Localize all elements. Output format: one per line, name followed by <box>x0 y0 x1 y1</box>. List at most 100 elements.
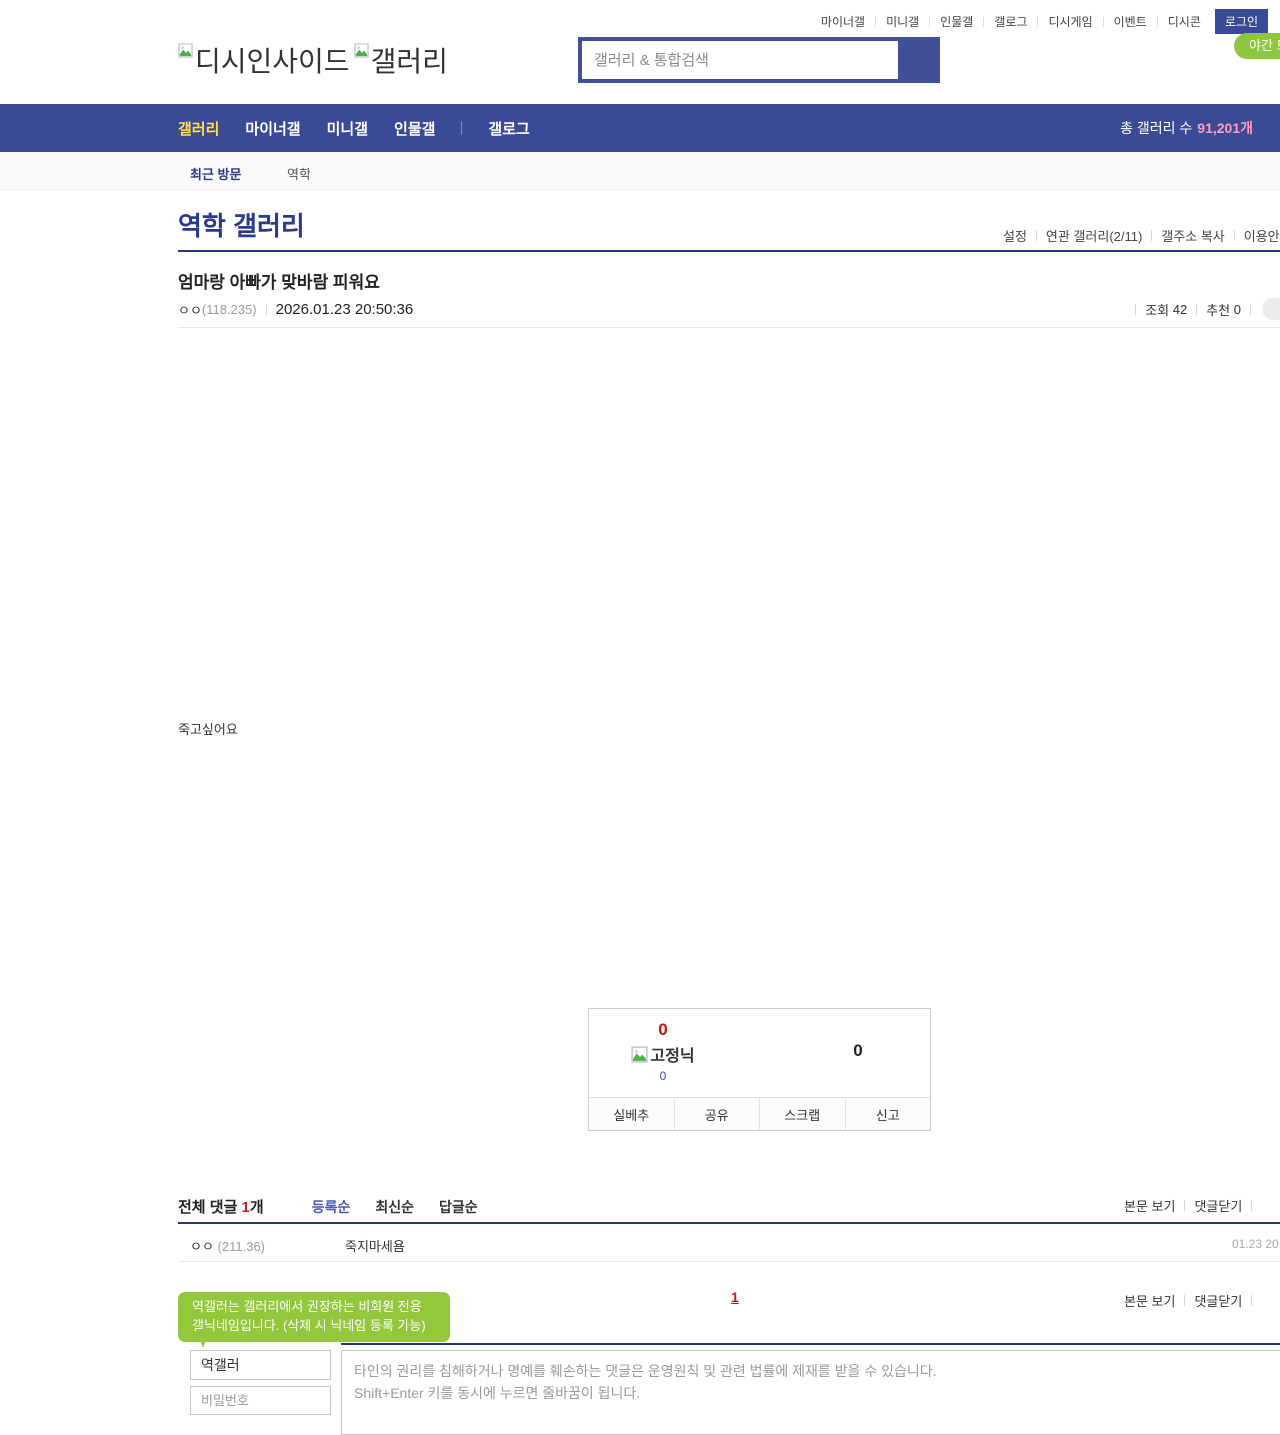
divider <box>265 303 267 315</box>
main-navbar: 갤러리 마이너갤 미니갤 인물갤 갤로그 총 갤러리 수 91,201개 <box>0 104 1280 152</box>
recommend-label: 추천 <box>1206 302 1231 318</box>
post-author-ip: (118.235) <box>201 301 257 317</box>
top-link-dcgame[interactable]: 디시게임 <box>1046 13 1094 30</box>
tooltip-tail <box>196 1330 210 1348</box>
comment-author[interactable]: ㅇㅇ <box>190 1239 214 1254</box>
recent-visit-button[interactable]: 최근 방문 <box>190 164 241 183</box>
post-body-text: 죽고싶어요 <box>178 722 238 737</box>
copy-gallery-url-link[interactable]: 갤주소 복사 <box>1161 226 1224 245</box>
top-utility-bar: 마이너갤 미니갤 인물갤 갤로그 디시게임 이벤트 디시콘 로그인 <box>819 9 1268 34</box>
view-post-button[interactable]: 본문 보기 <box>1124 1196 1175 1215</box>
divider <box>1250 303 1251 315</box>
views-count: 42 <box>1172 301 1188 317</box>
pagination-page-1[interactable]: 1 <box>731 1289 739 1305</box>
divider <box>983 16 985 27</box>
top-link-dccon[interactable]: 디시콘 <box>1166 13 1203 30</box>
comments-actions: 본문 보기 댓글닫기 <box>1124 1196 1261 1215</box>
top-link-minor-gallery[interactable]: 마이너갤 <box>819 13 867 30</box>
divider <box>1251 1200 1253 1211</box>
comments-header: 전체 댓글 1개 등록순 최신순 답글순 <box>178 1196 478 1217</box>
upvote-area: 0 고정닉 0 <box>617 1020 709 1083</box>
broken-image-icon <box>631 1046 648 1062</box>
login-button[interactable]: 로그인 <box>1214 9 1268 34</box>
sort-newest[interactable]: 최신순 <box>375 1197 414 1217</box>
top-link-person-gallery[interactable]: 인물갤 <box>938 13 975 30</box>
divider <box>1156 16 1158 27</box>
divider <box>178 327 1280 328</box>
logo-text-dcinside: 디시인사이드 <box>195 46 350 77</box>
divider <box>1184 1200 1186 1211</box>
search-input[interactable] <box>582 41 898 79</box>
divider <box>1251 1295 1253 1306</box>
tooltip-line2: 갤닉네임입니다. (삭제 시 닉네임 등록 가능) <box>192 1318 426 1333</box>
divider <box>1196 303 1198 315</box>
divider <box>1135 303 1137 315</box>
share-button[interactable]: 공유 <box>673 1098 760 1130</box>
night-mode-toggle[interactable]: 야간 모드 <box>1234 33 1280 59</box>
divider <box>1102 16 1104 27</box>
sort-registered[interactable]: 등록순 <box>312 1197 351 1217</box>
nickname-tooltip: 역갤러는 갤러리에서 권장하는 비회원 전용 갤닉네임입니다. (삭제 시 닉네… <box>178 1292 450 1342</box>
post-title: 엄마랑 아빠가 맞바람 피워요 <box>178 273 380 292</box>
post-author[interactable]: ㅇㅇ <box>178 300 202 319</box>
comment-textarea[interactable] <box>341 1350 1280 1435</box>
comments-total: 전체 댓글 1개 <box>178 1199 264 1216</box>
total-gallery-count: 총 갤러리 수 91,201개 <box>1120 120 1253 136</box>
nav-gallog[interactable]: 갤로그 <box>488 118 529 139</box>
broken-image-icon <box>354 43 369 58</box>
divider <box>178 250 1280 252</box>
total-gallery-number: 91,201개 <box>1197 120 1253 136</box>
post-datetime: 2026.01.23 20:50:36 <box>275 300 414 318</box>
downvote-count: 0 <box>853 1041 863 1060</box>
nav-mini-gallery[interactable]: 미니갤 <box>327 118 368 139</box>
scrap-button[interactable]: 스크랩 <box>759 1098 845 1130</box>
comment-text: 죽지마세욤 <box>345 1239 405 1254</box>
tooltip-line1: 역갤러는 갤러리에서 권장하는 비회원 전용 <box>192 1299 422 1314</box>
toggle-pill[interactable] <box>1262 298 1280 320</box>
divider <box>1035 230 1037 241</box>
top-link-event[interactable]: 이벤트 <box>1112 13 1149 30</box>
breadcrumb-current-gallery[interactable]: 역학 <box>287 164 311 183</box>
divider <box>341 1343 1280 1345</box>
fixed-nick-label: 고정닉 <box>650 1048 695 1065</box>
top-link-mini-gallery[interactable]: 미니갤 <box>884 13 921 30</box>
divider <box>1151 230 1153 241</box>
comments-actions-bottom: 본문 보기 댓글닫기 <box>1124 1291 1261 1310</box>
divider <box>1184 1295 1186 1306</box>
divider <box>1233 230 1235 241</box>
search-box <box>578 37 940 83</box>
gallery-actions: 설정 연관 갤러리(2/11) 갤주소 복사 이용안내 <box>1003 226 1280 245</box>
comment-row: ㅇㅇ (211.36) 죽지마세욤 01.23 20 <box>178 1224 1280 1262</box>
comment-nickname-input[interactable] <box>190 1350 331 1380</box>
comment-password-input[interactable] <box>190 1386 331 1415</box>
comments-count: 1 <box>241 1199 250 1216</box>
report-button[interactable]: 신고 <box>844 1098 931 1130</box>
view-post-button[interactable]: 본문 보기 <box>1124 1291 1175 1310</box>
silbechu-button[interactable]: 실베추 <box>589 1098 674 1130</box>
search-button[interactable] <box>898 41 936 79</box>
nav-minor-gallery[interactable]: 마이너갤 <box>245 118 300 139</box>
divider <box>929 16 931 27</box>
related-galleries-link[interactable]: 연관 갤러리(2/11) <box>1046 226 1142 245</box>
vote-box: 0 고정닉 0 0 실베추 공유 스크랩 신고 <box>588 1008 931 1131</box>
sort-replies[interactable]: 답글순 <box>439 1197 478 1217</box>
divider <box>461 121 463 135</box>
usage-guide-link[interactable]: 이용안내 <box>1244 226 1280 245</box>
nav-gallery[interactable]: 갤러리 <box>178 118 219 139</box>
vote-button-bar: 실베추 공유 스크랩 신고 <box>589 1097 930 1130</box>
recommend-count: 0 <box>1233 301 1241 317</box>
broken-image-icon <box>178 43 193 58</box>
logo-text-gallery: 갤러리 <box>370 46 448 77</box>
upvote-count: 0 <box>658 1020 668 1039</box>
post-meta: ㅇㅇ (118.235) 2026.01.23 20:50:36 조회 42 추… <box>178 297 1280 321</box>
close-comments-button[interactable]: 댓글닫기 <box>1194 1196 1242 1215</box>
divider <box>1037 16 1039 27</box>
site-logo[interactable]: 디시인사이드 갤러리 <box>178 40 448 80</box>
nav-person-gallery[interactable]: 인물갤 <box>394 118 435 139</box>
views-label: 조회 <box>1145 302 1170 318</box>
breadcrumb: 최근 방문 역학 <box>0 152 1280 190</box>
settings-link[interactable]: 설정 <box>1003 226 1027 245</box>
page-title[interactable]: 역학 갤러리 <box>178 206 305 243</box>
top-link-gallog[interactable]: 갤로그 <box>992 13 1029 30</box>
close-comments-button[interactable]: 댓글닫기 <box>1194 1291 1242 1310</box>
